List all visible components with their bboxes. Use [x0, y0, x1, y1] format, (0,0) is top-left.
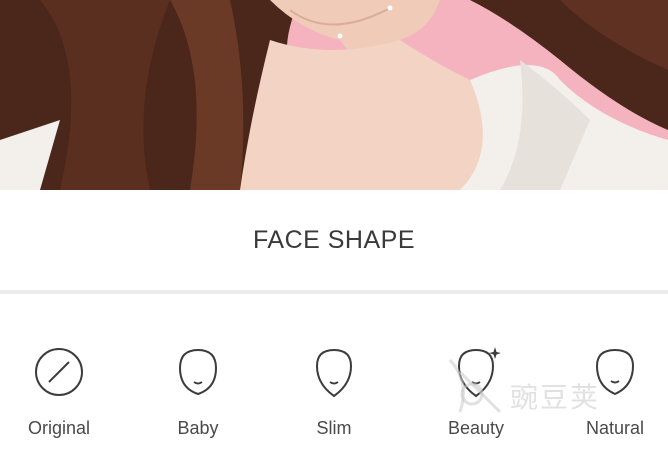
- option-original[interactable]: Original: [4, 344, 114, 444]
- option-label: Natural: [585, 418, 645, 438]
- portrait-image: [0, 0, 668, 190]
- option-slim[interactable]: Slim: [279, 344, 389, 444]
- panel-title: FACE SHAPE: [253, 225, 415, 254]
- option-label: Beauty: [447, 418, 505, 438]
- option-label: Baby: [177, 418, 219, 438]
- beauty-face-icon: [448, 344, 504, 400]
- option-label: Slim: [316, 418, 352, 438]
- slim-face-icon: [306, 344, 362, 400]
- option-baby[interactable]: Baby: [143, 344, 253, 444]
- face-shape-options: Original Baby Slim Beauty Natural: [0, 294, 668, 458]
- baby-face-icon: [170, 344, 226, 400]
- natural-face-icon: [587, 344, 643, 400]
- original-icon: [31, 344, 87, 400]
- option-label: Original: [27, 418, 91, 438]
- photo-preview: [0, 0, 668, 190]
- option-natural[interactable]: Natural: [560, 344, 668, 444]
- panel-header: FACE SHAPE: [0, 190, 668, 290]
- option-beauty[interactable]: Beauty: [421, 344, 531, 444]
